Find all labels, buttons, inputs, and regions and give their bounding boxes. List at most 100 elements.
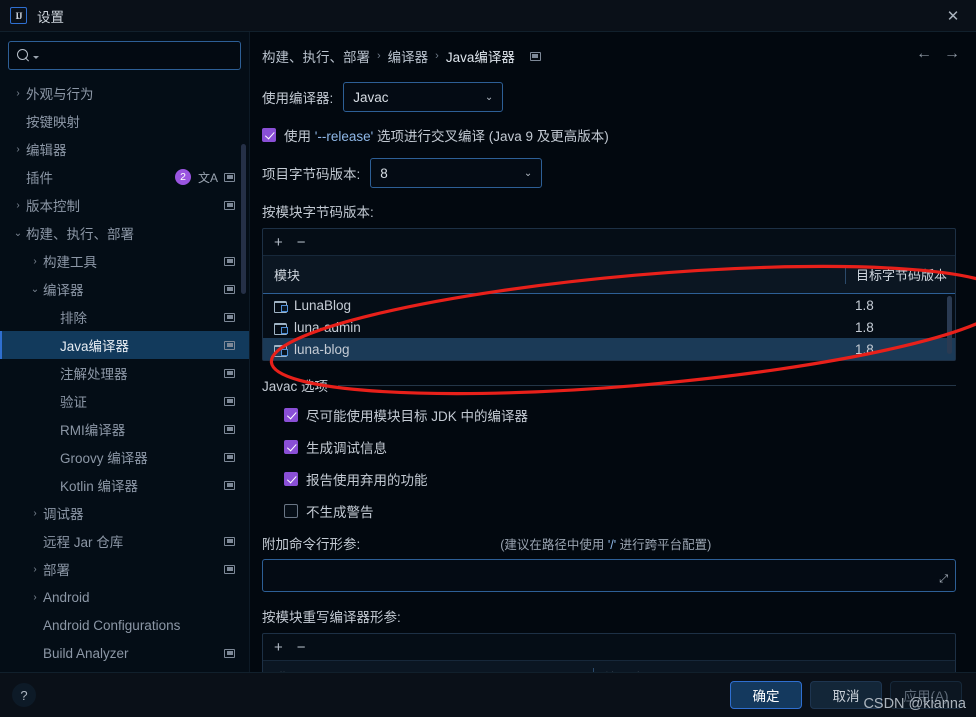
use-compiler-value: Javac (353, 89, 389, 105)
sidebar-item-16[interactable]: ›远程 Jar 仓库 (0, 527, 249, 555)
back-arrow-icon[interactable]: ← (916, 45, 932, 63)
target-bytecode-cell[interactable]: 1.8 (845, 298, 955, 313)
sidebar-item-label: 编辑器 (26, 143, 67, 158)
settings-scope-icon (224, 480, 235, 490)
close-icon[interactable]: ✕ (930, 0, 976, 32)
sidebar-item-5[interactable]: ⌄ 构建、执行、部署 (0, 219, 249, 247)
sidebar-item-8[interactable]: ›排除 (0, 303, 249, 331)
ok-button[interactable]: 确定 (730, 681, 802, 709)
chevron-down-icon: ⌄ (523, 167, 533, 179)
sidebar-item-20[interactable]: ›Build Analyzer (0, 639, 249, 667)
column-header-module[interactable]: 模块 (263, 265, 845, 284)
remove-module-button[interactable]: − (297, 235, 306, 250)
module-table-scrollbar[interactable] (947, 296, 952, 354)
remove-override-button[interactable]: − (297, 640, 306, 655)
search-box[interactable] (8, 41, 241, 70)
search-input[interactable] (39, 48, 232, 63)
sidebar-item-15[interactable]: › 调试器 (0, 499, 249, 527)
javac-options-separator: Javac 选项 (262, 375, 956, 395)
breadcrumb-separator: › (377, 50, 381, 62)
javac-options-title: Javac 选项 (262, 379, 329, 394)
sidebar-item-label: 注解处理器 (60, 367, 128, 382)
sidebar-item-11[interactable]: ›验证 (0, 387, 249, 415)
javac-option-label: 不生成警告 (306, 505, 374, 520)
column-header-target-bytecode[interactable]: 目标字节码版本 (845, 265, 955, 284)
sidebar-item-19[interactable]: ›Android Configurations (0, 611, 249, 639)
table-row[interactable]: LunaBlog 1.8 (263, 294, 955, 316)
settings-scope-icon (224, 368, 235, 378)
chevron-right-icon[interactable]: › (10, 144, 26, 155)
use-compiler-select[interactable]: Javac ⌄ (343, 82, 504, 112)
sidebar-item-17[interactable]: › 部署 (0, 555, 249, 583)
settings-scope-icon (224, 200, 235, 210)
module-name: luna-admin (294, 319, 361, 335)
sidebar-item-1[interactable]: ›按键映射 (0, 107, 249, 135)
sidebar-item-3[interactable]: ›插件 2 文A (0, 163, 249, 191)
sidebar-scrollbar[interactable] (241, 144, 246, 294)
sidebar-item-9[interactable]: ›Java编译器 (0, 331, 249, 359)
sidebar-item-6[interactable]: › 构建工具 (0, 247, 249, 275)
module-folder-icon (274, 300, 288, 313)
release-text-pre: 使用 (284, 129, 315, 144)
target-bytecode-cell[interactable]: 1.8 (845, 342, 955, 357)
twisty-spacer: › (44, 396, 60, 407)
sidebar-item-label: 外观与行为 (26, 87, 94, 102)
sidebar-item-0[interactable]: › 外观与行为 (0, 79, 249, 107)
chevron-right-icon[interactable]: › (27, 508, 43, 519)
divider (338, 384, 956, 386)
chevron-right-icon[interactable]: › (27, 564, 43, 575)
breadcrumb-item-0[interactable]: 构建、执行、部署 (262, 46, 370, 66)
breadcrumb-separator: › (435, 50, 439, 62)
javac-option-checkbox-3[interactable] (284, 504, 298, 518)
chevron-down-icon[interactable]: ⌄ (10, 228, 26, 239)
release-checkbox[interactable] (262, 128, 276, 142)
sidebar-item-12[interactable]: ›RMI编译器 (0, 415, 249, 443)
sidebar-item-13[interactable]: ›Groovy 编译器 (0, 443, 249, 471)
javac-option-checkbox-0[interactable] (284, 408, 298, 422)
target-bytecode-cell[interactable]: 1.8 (845, 320, 955, 335)
chevron-right-icon[interactable]: › (27, 256, 43, 267)
sidebar-item-10[interactable]: ›注解处理器 (0, 359, 249, 387)
sidebar-item-label: Android Configurations (43, 617, 181, 633)
expand-icon[interactable]: ⤢ (939, 573, 948, 586)
javac-option-checkbox-1[interactable] (284, 440, 298, 454)
sidebar-item-7[interactable]: ⌄ 编译器 (0, 275, 249, 303)
sidebar-item-18[interactable]: › Android (0, 583, 249, 611)
sidebar-item-14[interactable]: ›Kotlin 编译器 (0, 471, 249, 499)
java-compiler-panel: 使用编译器: Javac ⌄ 使用 '--release' 选项进行交叉编译 (… (250, 66, 976, 672)
add-module-button[interactable]: + (274, 235, 283, 250)
extra-params-input[interactable]: ⤢ (262, 559, 956, 592)
chevron-right-icon[interactable]: › (27, 592, 43, 603)
settings-scope-icon (224, 312, 235, 322)
sidebar-item-label: 调试器 (43, 507, 84, 522)
sidebar-item-4[interactable]: › 版本控制 (0, 191, 249, 219)
search-wrapper (0, 32, 249, 76)
cancel-button[interactable]: 取消 (810, 681, 882, 709)
extra-params-label-row: 附加命令行形参: (建议在路径中使用 '/' 进行跨平台配置) (262, 533, 956, 553)
settings-content: 构建、执行、部署 › 编译器 › Java编译器 ← → 使用编译器: Javac ⌄ (250, 32, 976, 672)
table-row[interactable]: luna-admin 1.8 (263, 316, 955, 338)
twisty-spacer: › (10, 172, 26, 183)
chevron-down-icon: ⌄ (484, 91, 494, 103)
add-override-button[interactable]: + (274, 640, 283, 655)
table-row[interactable]: luna-blog 1.8 (263, 338, 955, 360)
help-button[interactable]: ? (12, 683, 36, 707)
per-module-bytecode-label: 按模块字节码版本: (262, 205, 374, 220)
chevron-right-icon[interactable]: › (10, 200, 26, 211)
breadcrumb-item-1[interactable]: 编译器 (388, 46, 429, 66)
module-cell: luna-admin (263, 320, 845, 335)
project-bytecode-select[interactable]: 8 ⌄ (370, 158, 543, 188)
module-cell: luna-blog (263, 342, 845, 357)
settings-sidebar: ›外观与行为›按键映射›编辑器›插件2文A›版本控制⌄构建、执行、部署›构建工具… (0, 32, 250, 672)
chevron-down-icon[interactable]: ⌄ (27, 284, 43, 295)
twisty-spacer: › (10, 116, 26, 127)
chevron-right-icon[interactable]: › (10, 88, 26, 99)
javac-option-checkbox-2[interactable] (284, 472, 298, 486)
forward-arrow-icon[interactable]: → (944, 45, 960, 63)
javac-option-row-0: 尽可能使用模块目标 JDK 中的编译器 (262, 405, 956, 425)
release-checkbox-label: 使用 '--release' 选项进行交叉编译 (Java 9 及更高版本) (284, 125, 609, 145)
sidebar-item-2[interactable]: › 编辑器 (0, 135, 249, 163)
intellij-logo-icon: IJ (10, 7, 27, 24)
javac-option-label: 报告使用弃用的功能 (306, 473, 428, 488)
javac-option-row-2: 报告使用弃用的功能 (262, 469, 956, 489)
